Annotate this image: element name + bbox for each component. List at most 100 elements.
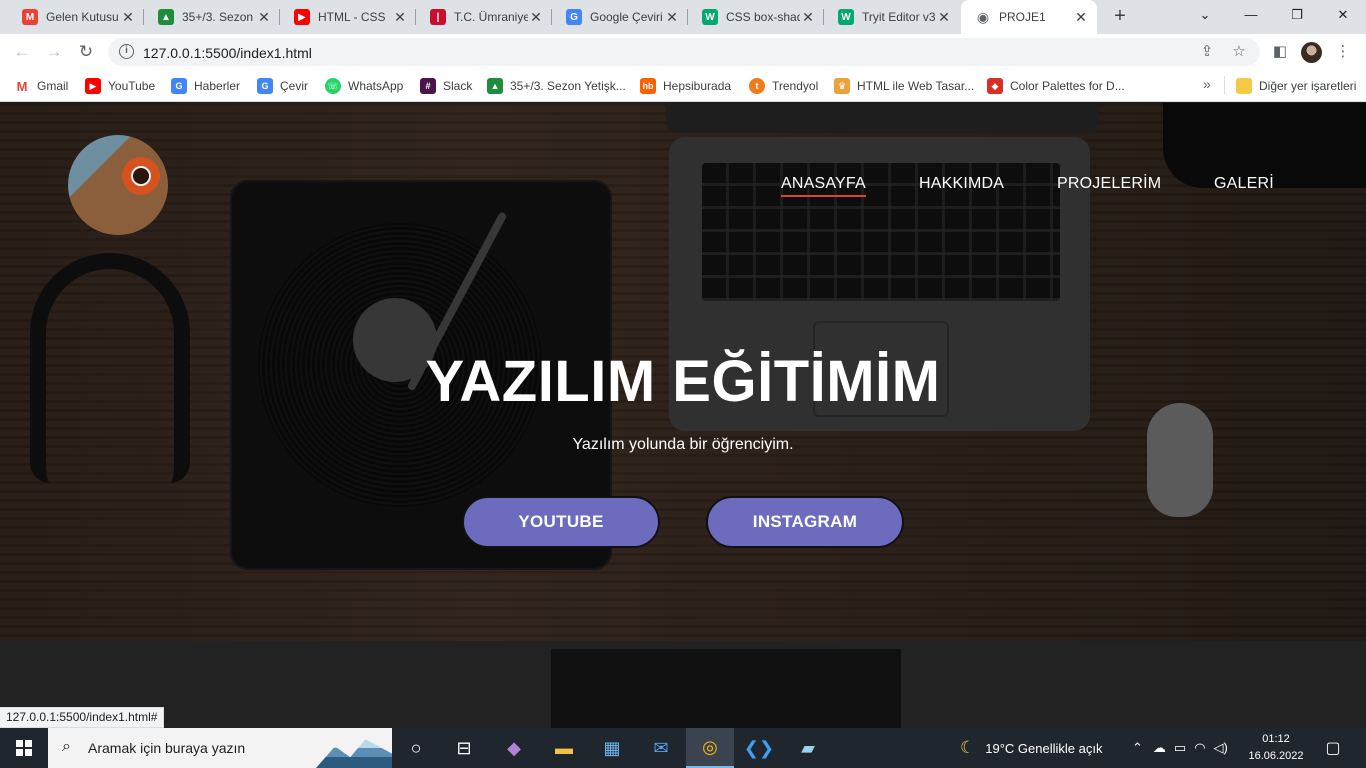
hepsiburada-icon: hb — [640, 78, 656, 94]
browser-tab-youtube[interactable]: ▶ HTML - CSS ✕ — [280, 0, 416, 34]
tc-icon: | — [430, 9, 446, 25]
bookmark-haberler[interactable]: G Haberler — [171, 77, 240, 95]
clock-time: 01:12 — [1262, 733, 1290, 745]
close-icon[interactable]: ✕ — [528, 9, 544, 26]
file-explorer-icon[interactable]: ▬ — [540, 728, 588, 768]
youtube-button[interactable]: YOUTUBE — [462, 496, 660, 548]
close-icon[interactable]: ✕ — [664, 9, 680, 26]
bookmark-color-palettes[interactable]: ◆ Color Palettes for D... — [987, 77, 1125, 95]
close-icon[interactable]: ✕ — [936, 9, 952, 26]
chevron-up-icon[interactable]: ⌃ — [1132, 740, 1143, 756]
widgets-icon[interactable]: ⊟ — [440, 728, 488, 768]
close-icon[interactable]: ✕ — [120, 9, 136, 26]
search-highlight-art — [316, 739, 392, 768]
youtube-icon: ▶ — [294, 9, 310, 25]
close-icon[interactable]: ✕ — [1073, 9, 1089, 26]
bookmarks-bar: M Gmail ▶ YouTube G Haberler G Çevir ☏ W… — [0, 70, 1366, 102]
start-button[interactable] — [0, 728, 48, 768]
close-icon[interactable]: ✕ — [392, 9, 408, 26]
bookmark-label: WhatsApp — [348, 79, 404, 93]
volume-icon[interactable]: ◁) — [1214, 740, 1228, 756]
weather-widget[interactable]: ☾ 19°C Genellikle açık — [960, 728, 1102, 768]
mail-icon[interactable]: ✉ — [637, 728, 685, 768]
folder-icon — [1236, 78, 1252, 94]
bookmark-trendyol[interactable]: t Trendyol — [749, 77, 818, 95]
new-tab-button[interactable]: + — [1108, 4, 1132, 28]
w3schools-icon: W — [838, 9, 854, 25]
tab-search-button[interactable]: ⌄ — [1182, 0, 1228, 30]
bookmarks-overflow-button[interactable]: » — [1203, 76, 1211, 92]
weather-text: 19°C Genellikle açık — [985, 740, 1103, 756]
browser-tab-proje1[interactable]: ◉ PROJE1 ✕ — [961, 0, 1097, 34]
bookmark-label: Trendyol — [772, 79, 819, 93]
forward-button[interactable]: → — [42, 40, 66, 64]
back-button[interactable]: ← — [10, 40, 34, 64]
nav-hakkimda[interactable]: HAKKIMDA — [919, 175, 1004, 193]
wifi-icon[interactable]: ◠ — [1194, 740, 1205, 756]
bookmark-label: Hepsiburada — [663, 79, 732, 93]
chrome-icon[interactable]: ◎ — [686, 728, 734, 768]
tray-icons: ⌃ ☁ ▭ ◠ ◁) — [1132, 728, 1228, 768]
bookmarks-divider — [1224, 76, 1225, 94]
close-icon[interactable]: ✕ — [256, 9, 272, 26]
browser-tab-translate[interactable]: G Google Çeviri ✕ — [552, 0, 688, 34]
restore-button[interactable]: ❐ — [1274, 0, 1320, 30]
coffee — [131, 166, 151, 186]
browser-tab-css-box-shadow[interactable]: W CSS box-shad ✕ — [688, 0, 824, 34]
taskbar-search[interactable]: ⌕ Aramak için buraya yazın — [48, 728, 392, 768]
share-icon[interactable]: ⇪ — [1198, 43, 1216, 61]
search-icon: ⌕ — [62, 738, 71, 755]
instagram-button[interactable]: INSTAGRAM — [706, 496, 904, 548]
gmail-icon: M — [14, 78, 30, 94]
store-icon[interactable]: ▦ — [588, 728, 636, 768]
address-bar[interactable]: i 127.0.0.1:5500/index1.html ⇪ ☆ — [108, 38, 1260, 66]
bookmark-label: Gmail — [37, 79, 69, 93]
other-bookmarks[interactable]: Diğer yer işaretleri — [1236, 77, 1356, 95]
bookmark-star-icon[interactable]: ☆ — [1230, 43, 1248, 61]
other-bookmarks-label: Diğer yer işaretleri — [1259, 79, 1357, 93]
site-info-icon[interactable]: i — [119, 44, 134, 59]
onedrive-icon[interactable]: ☁ — [1153, 740, 1166, 756]
vscode-icon[interactable]: ❮❯ — [735, 728, 783, 768]
menu-icon[interactable]: ⋮ — [1333, 42, 1353, 62]
browser-tab-gmail[interactable]: M Gelen Kutusu ✕ — [8, 0, 144, 34]
notification-icon[interactable]: ▢ — [1310, 728, 1356, 768]
browser-tab-classroom[interactable]: ▲ 35+/3. Sezon ✕ — [144, 0, 280, 34]
hero-subtitle: Yazılım yolunda bir öğrenciyim. — [572, 436, 794, 453]
notes-icon[interactable]: ▰ — [784, 728, 832, 768]
news-icon: G — [171, 78, 187, 94]
reload-button[interactable]: ↻ — [74, 40, 98, 64]
slack-icon: # — [420, 78, 436, 94]
address-url[interactable]: 127.0.0.1:5500/index1.html — [143, 45, 312, 61]
bookmark-label: HTML ile Web Tasar... — [857, 79, 975, 93]
bookmark-gmail[interactable]: M Gmail — [14, 77, 68, 95]
bookmark-whatsapp[interactable]: ☏ WhatsApp — [325, 77, 403, 95]
bookmark-label: Slack — [443, 79, 473, 93]
bookmark-hepsiburada[interactable]: hb Hepsiburada — [640, 77, 731, 95]
tab-title: Gelen Kutusu — [46, 10, 119, 24]
nav-anasayfa[interactable]: ANASAYFA — [781, 175, 866, 197]
browser-tab-tryit[interactable]: W Tryit Editor v3 ✕ — [824, 0, 960, 34]
taskbar-clock[interactable]: 01:12 16.06.2022 — [1246, 731, 1306, 765]
bookmark-cevir[interactable]: G Çevir — [257, 77, 308, 95]
site-logo[interactable] — [68, 135, 168, 235]
task-view-icon[interactable]: ○ — [392, 728, 440, 768]
close-window-button[interactable]: ✕ — [1320, 0, 1366, 30]
nav-projelerim[interactable]: PROJELERİM — [1057, 175, 1161, 193]
w3schools-icon: W — [702, 9, 718, 25]
profile-avatar[interactable] — [1301, 42, 1322, 63]
minimize-button[interactable]: — — [1228, 0, 1274, 30]
visual-studio-icon[interactable]: ◆ — [490, 728, 538, 768]
close-icon[interactable]: ✕ — [800, 9, 816, 26]
browser-tab-tc[interactable]: | T.C. Ümraniye ✕ — [416, 0, 552, 34]
next-section-image — [551, 649, 901, 728]
battery-icon[interactable]: ▭ — [1174, 740, 1186, 756]
nav-galeri[interactable]: GALERİ — [1214, 175, 1274, 193]
tab-title: T.C. Ümraniye — [454, 10, 528, 24]
bookmark-slack[interactable]: # Slack — [420, 77, 472, 95]
bookmark-html-web[interactable]: ♛ HTML ile Web Tasar... — [834, 77, 974, 95]
hero-section: ANASAYFA HAKKIMDA PROJELERİM GALERİ YAZI… — [0, 103, 1366, 641]
bookmark-classroom[interactable]: ▲ 35+/3. Sezon Yetişk... — [487, 77, 626, 95]
bookmark-youtube[interactable]: ▶ YouTube — [85, 77, 155, 95]
side-panel-icon[interactable]: ◧ — [1270, 42, 1290, 62]
